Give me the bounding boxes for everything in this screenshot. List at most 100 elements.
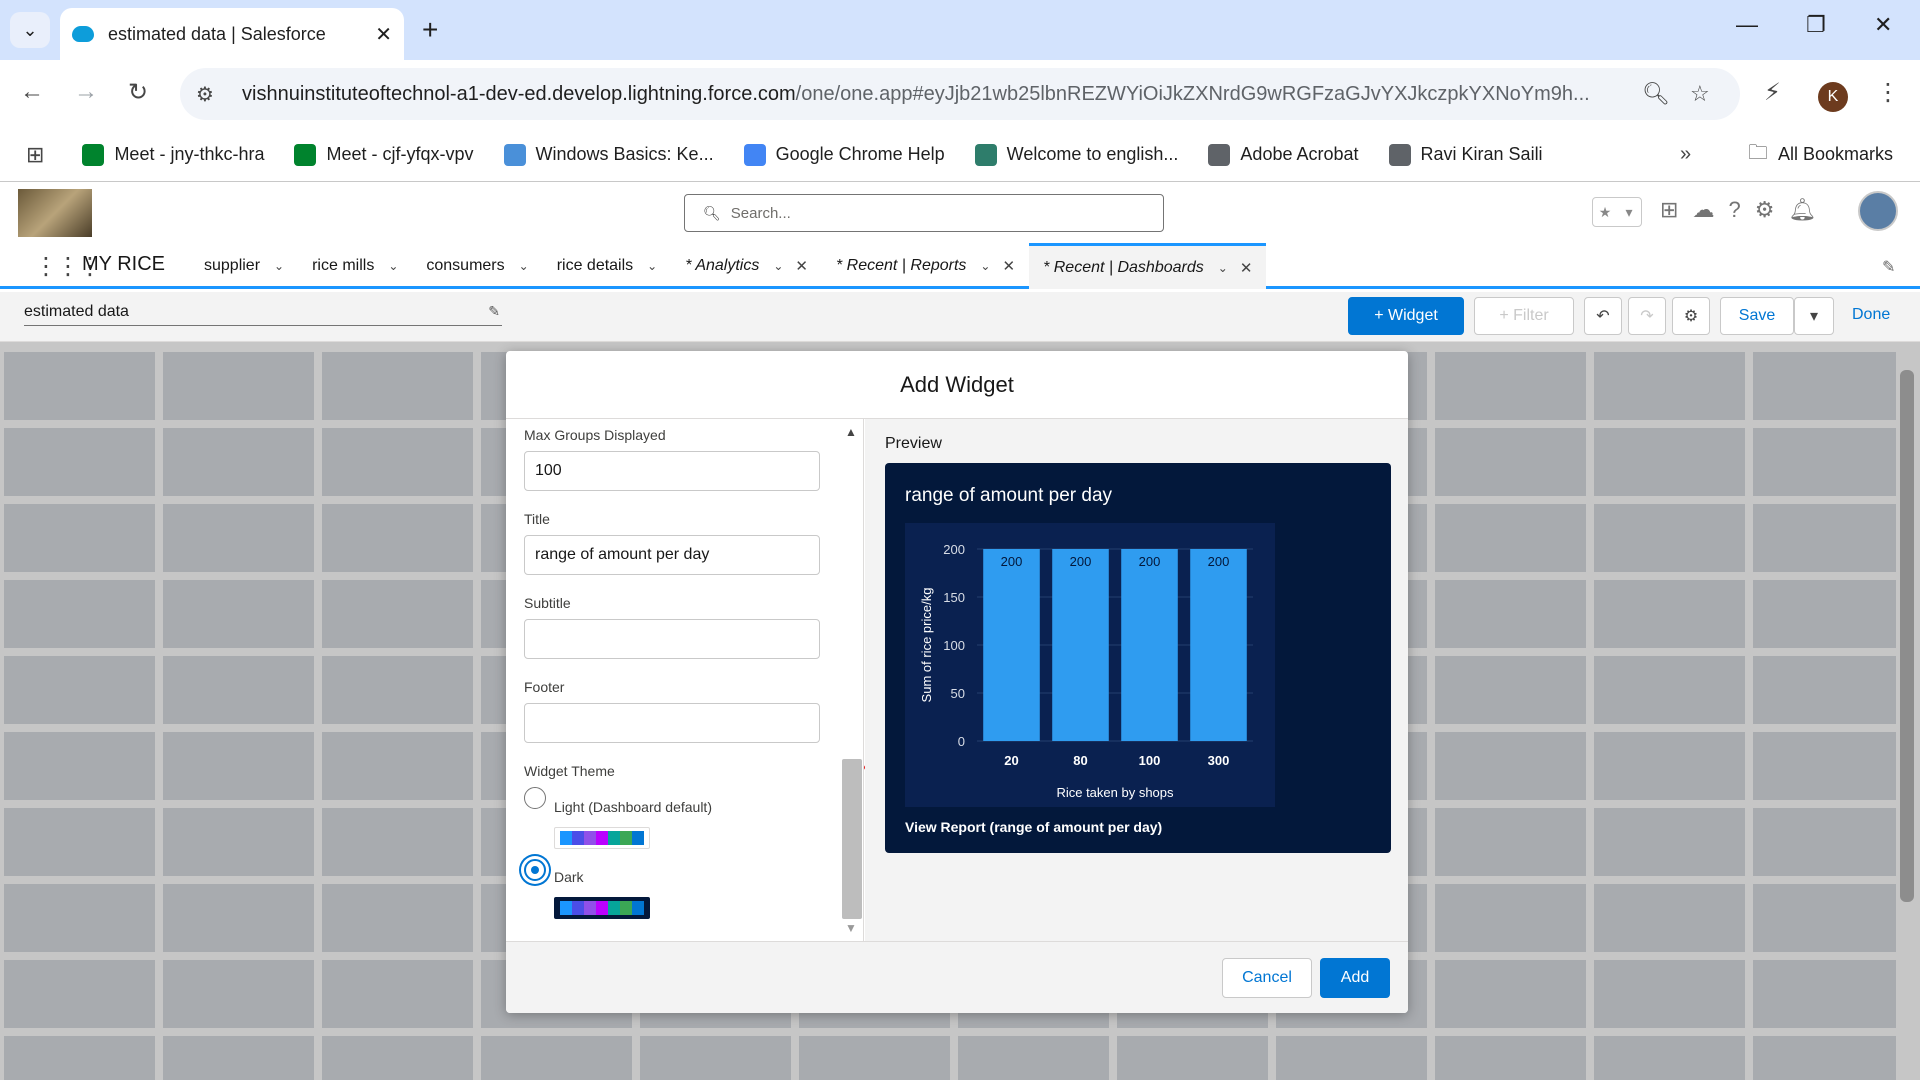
pencil-icon[interactable]: ✎ bbox=[488, 303, 500, 320]
redo-icon[interactable]: ↷ bbox=[1628, 297, 1666, 335]
dashboard-name-field[interactable]: estimated data ✎ bbox=[24, 303, 502, 326]
scroll-up-icon[interactable]: ▲ bbox=[845, 425, 857, 439]
bookmark-item[interactable]: Adobe Acrobat bbox=[1208, 143, 1359, 166]
minimize-icon[interactable]: — bbox=[1736, 12, 1758, 38]
light-theme-swatch[interactable] bbox=[554, 827, 650, 849]
new-tab-icon[interactable]: + bbox=[422, 14, 438, 46]
user-avatar[interactable] bbox=[1858, 191, 1898, 231]
zoom-icon[interactable]: 🔍︎ bbox=[1642, 68, 1670, 120]
favorites-button[interactable]: ★ ▾ bbox=[1592, 197, 1642, 227]
window-close-icon[interactable]: ✕ bbox=[1874, 12, 1892, 38]
back-arrow-icon[interactable]: ← bbox=[20, 78, 44, 106]
close-tab-icon[interactable]: ✕ bbox=[795, 257, 808, 275]
theme-dark-radio[interactable] bbox=[524, 859, 546, 881]
undo-icon[interactable]: ↶ bbox=[1584, 297, 1622, 335]
restore-icon[interactable]: ❐ bbox=[1806, 12, 1826, 38]
page-scrollbar-thumb[interactable] bbox=[1900, 370, 1914, 902]
bookmark-item[interactable]: Ravi Kiran Saili bbox=[1388, 143, 1543, 166]
help-icon[interactable]: ? bbox=[1728, 197, 1740, 223]
bar-data-label: 200 bbox=[1208, 554, 1230, 569]
scroll-down-icon[interactable]: ▼ bbox=[845, 921, 857, 935]
subtitle-field: Subtitle bbox=[524, 595, 820, 659]
nav-tab-item[interactable]: consumers ⌄ bbox=[412, 243, 542, 289]
nav-tab-item[interactable]: * Recent | Reports ⌄ ✕ bbox=[822, 243, 1029, 289]
add-widget-button[interactable]: + Widget bbox=[1348, 297, 1464, 335]
view-report-link[interactable]: View Report (range of amount per day) bbox=[905, 819, 1162, 835]
tab-search-button[interactable]: ⌄ bbox=[10, 12, 50, 48]
close-tab-icon[interactable]: ✕ bbox=[1002, 257, 1015, 275]
browser-tab[interactable]: estimated data | Salesforce ✕ bbox=[60, 8, 404, 60]
bookmark-item[interactable]: Google Chrome Help bbox=[743, 143, 945, 166]
properties-gear-icon[interactable]: ⚙ bbox=[1672, 297, 1710, 335]
add-filter-button[interactable]: + Filter bbox=[1474, 297, 1574, 335]
grid-cell bbox=[4, 884, 155, 952]
close-tab-icon[interactable]: ✕ bbox=[1240, 259, 1253, 277]
dashboard-name: estimated data bbox=[24, 303, 129, 320]
bookmark-item[interactable]: Windows Basics: Ke... bbox=[503, 143, 714, 166]
address-bar[interactable]: ⚙ vishnuinstituteoftechnol-a1-dev-ed.dev… bbox=[180, 68, 1740, 120]
grid-cell bbox=[1753, 808, 1904, 876]
search-icon: 🔍︎ bbox=[703, 204, 721, 221]
nav-tab-label: * Recent | Reports bbox=[835, 257, 967, 274]
chevron-down-icon[interactable]: ⌄ bbox=[388, 259, 398, 273]
grid-cell bbox=[4, 656, 155, 724]
chevron-down-icon[interactable]: ⌄ bbox=[647, 259, 657, 273]
chevron-down-icon[interactable]: ⌄ bbox=[1218, 261, 1228, 275]
bookmark-item[interactable]: Meet - jny-thkc-hra bbox=[82, 143, 264, 166]
notifications-bell-icon[interactable]: 🔔︎ bbox=[1788, 197, 1816, 223]
grid-cell bbox=[1594, 732, 1745, 800]
menu-kebab-icon[interactable]: ⋮ bbox=[1876, 78, 1900, 107]
url-text[interactable]: vishnuinstituteoftechnol-a1-dev-ed.devel… bbox=[242, 83, 1662, 106]
dark-theme-swatch[interactable] bbox=[554, 897, 650, 919]
nav-tab-item[interactable]: * Recent | Dashboards ⌄ ✕ bbox=[1029, 243, 1267, 289]
setup-gear-icon[interactable]: ⚙ bbox=[1755, 197, 1775, 223]
chevron-down-icon[interactable]: ⌄ bbox=[274, 259, 284, 273]
max-groups-input[interactable]: 100 bbox=[524, 451, 820, 491]
footer-input[interactable] bbox=[524, 703, 820, 743]
all-bookmarks-button[interactable]: 🗀 All Bookmarks bbox=[1748, 138, 1893, 172]
theme-dark-label[interactable]: Dark bbox=[554, 869, 584, 885]
forward-arrow-icon[interactable]: → bbox=[74, 78, 98, 106]
settings-scrollbar-thumb[interactable] bbox=[842, 759, 862, 919]
favorites-dropdown-icon[interactable]: ▾ bbox=[1617, 198, 1641, 226]
reload-icon[interactable]: ↻ bbox=[128, 78, 148, 107]
nav-tab-item[interactable]: rice mills ⌄ bbox=[298, 243, 412, 289]
star-icon[interactable]: ★ bbox=[1593, 198, 1617, 226]
nav-tab-item[interactable]: rice details ⌄ bbox=[543, 243, 672, 289]
title-input[interactable]: range of amount per day bbox=[524, 535, 820, 575]
global-actions-plus-icon[interactable]: ⊞ bbox=[1660, 197, 1678, 223]
close-icon[interactable]: ✕ bbox=[375, 22, 392, 47]
theme-light-label[interactable]: Light (Dashboard default) bbox=[554, 799, 712, 815]
chevron-down-icon[interactable]: ⌄ bbox=[980, 259, 990, 273]
site-info-icon[interactable]: ⚙ bbox=[196, 82, 230, 107]
grid-cell bbox=[4, 428, 155, 496]
theme-light-radio[interactable] bbox=[524, 787, 546, 809]
performance-icon[interactable]: ⚡ bbox=[1764, 78, 1781, 107]
edit-nav-pencil-icon[interactable]: ✎ bbox=[1882, 257, 1895, 277]
cancel-button[interactable]: Cancel bbox=[1222, 958, 1312, 998]
trailhead-icon[interactable]: ☁ bbox=[1692, 197, 1714, 223]
more-bookmarks-chevron-icon[interactable]: » bbox=[1680, 143, 1691, 166]
bookmark-item[interactable]: Meet - cjf-yfqx-vpv bbox=[294, 143, 474, 166]
settings-scrollbar[interactable]: ▲ ▼ bbox=[840, 419, 864, 941]
profile-avatar[interactable]: K bbox=[1818, 82, 1848, 112]
bookmark-item[interactable]: Welcome to english... bbox=[974, 143, 1178, 166]
save-button[interactable]: Save bbox=[1720, 297, 1794, 335]
nav-tab-label: * Analytics bbox=[685, 257, 760, 274]
page-scrollbar[interactable] bbox=[1896, 346, 1920, 1080]
global-search-input[interactable]: 🔍︎ Search... bbox=[684, 194, 1164, 232]
grid-cell bbox=[1435, 504, 1586, 572]
org-logo[interactable] bbox=[18, 189, 92, 237]
chevron-down-icon[interactable]: ⌄ bbox=[519, 259, 529, 273]
apps-grid-icon[interactable]: ⊞ bbox=[26, 142, 44, 168]
grid-cell bbox=[1435, 960, 1586, 1028]
title-field: Title range of amount per day bbox=[524, 511, 820, 575]
nav-tab-item[interactable]: * Analytics ⌄ ✕ bbox=[671, 243, 822, 289]
done-button[interactable]: Done bbox=[1852, 306, 1890, 324]
subtitle-input[interactable] bbox=[524, 619, 820, 659]
add-button[interactable]: Add bbox=[1320, 958, 1390, 998]
chevron-down-icon[interactable]: ⌄ bbox=[773, 259, 783, 273]
bookmark-star-icon[interactable]: ☆ bbox=[1690, 68, 1710, 120]
nav-tab-item[interactable]: supplier ⌄ bbox=[190, 243, 298, 289]
save-dropdown-icon[interactable]: ▾ bbox=[1794, 297, 1834, 335]
